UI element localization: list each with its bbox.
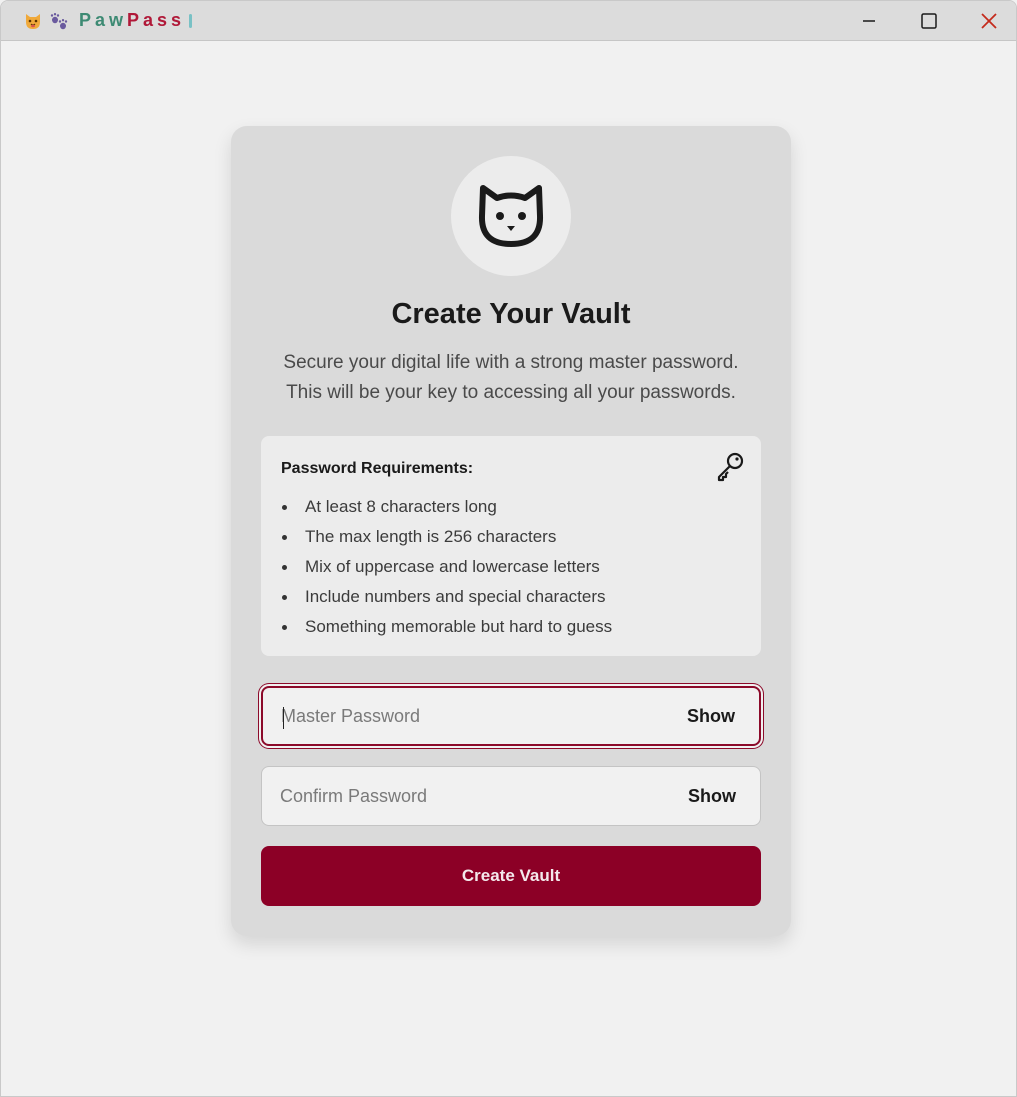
master-password-input[interactable] (281, 688, 661, 744)
requirements-title: Password Requirements: (281, 460, 474, 477)
subtitle-line-2: This will be your key to accessing all y… (286, 382, 736, 403)
create-vault-card: Create Your Vault Secure your digital li… (231, 126, 791, 936)
subtitle-line-1: Secure your digital life with a strong m… (283, 352, 739, 373)
brand-cursor-mark (189, 14, 193, 28)
app-name-paw: Paw (79, 10, 128, 30)
app-name-pass: Pass (127, 10, 186, 30)
cat-face-icon (478, 185, 544, 247)
requirement-item: The max length is 256 characters (281, 522, 612, 552)
app-brand: Paw Pass (23, 10, 193, 31)
vault-avatar (451, 156, 571, 276)
text-caret (283, 707, 284, 729)
create-vault-button[interactable]: Create Vault (261, 846, 761, 906)
key-icon (717, 452, 744, 482)
requirement-item: At least 8 characters long (281, 492, 612, 522)
app-name: Paw Pass (79, 10, 185, 31)
page-subtitle: Secure your digital life with a strong m… (231, 348, 791, 408)
password-requirements-box: Password Requirements: At least 8 charac… (261, 436, 761, 656)
requirement-item: Something memorable but hard to guess (281, 612, 612, 642)
maximize-icon (921, 13, 937, 29)
paw-prints-icon (49, 11, 69, 31)
requirement-item: Mix of uppercase and lowercase letters (281, 552, 612, 582)
master-password-field[interactable]: Show (261, 686, 761, 746)
minimize-icon (863, 20, 875, 22)
requirement-item: Include numbers and special characters (281, 582, 612, 612)
show-master-password-button[interactable]: Show (687, 688, 735, 744)
maximize-button[interactable] (906, 5, 952, 37)
requirements-list: At least 8 characters long The max lengt… (281, 492, 612, 642)
confirm-password-input[interactable] (280, 767, 660, 825)
close-icon (981, 13, 997, 29)
page-title: Create Your Vault (391, 298, 631, 330)
app-window: Paw Pass Create Your Vault Secure your d… (0, 0, 1017, 1097)
confirm-password-field[interactable]: Show (261, 766, 761, 826)
show-confirm-password-button[interactable]: Show (688, 767, 736, 825)
cat-face-icon (23, 11, 43, 31)
close-button[interactable] (966, 5, 1012, 37)
minimize-button[interactable] (846, 5, 892, 37)
title-bar[interactable]: Paw Pass (1, 1, 1016, 41)
